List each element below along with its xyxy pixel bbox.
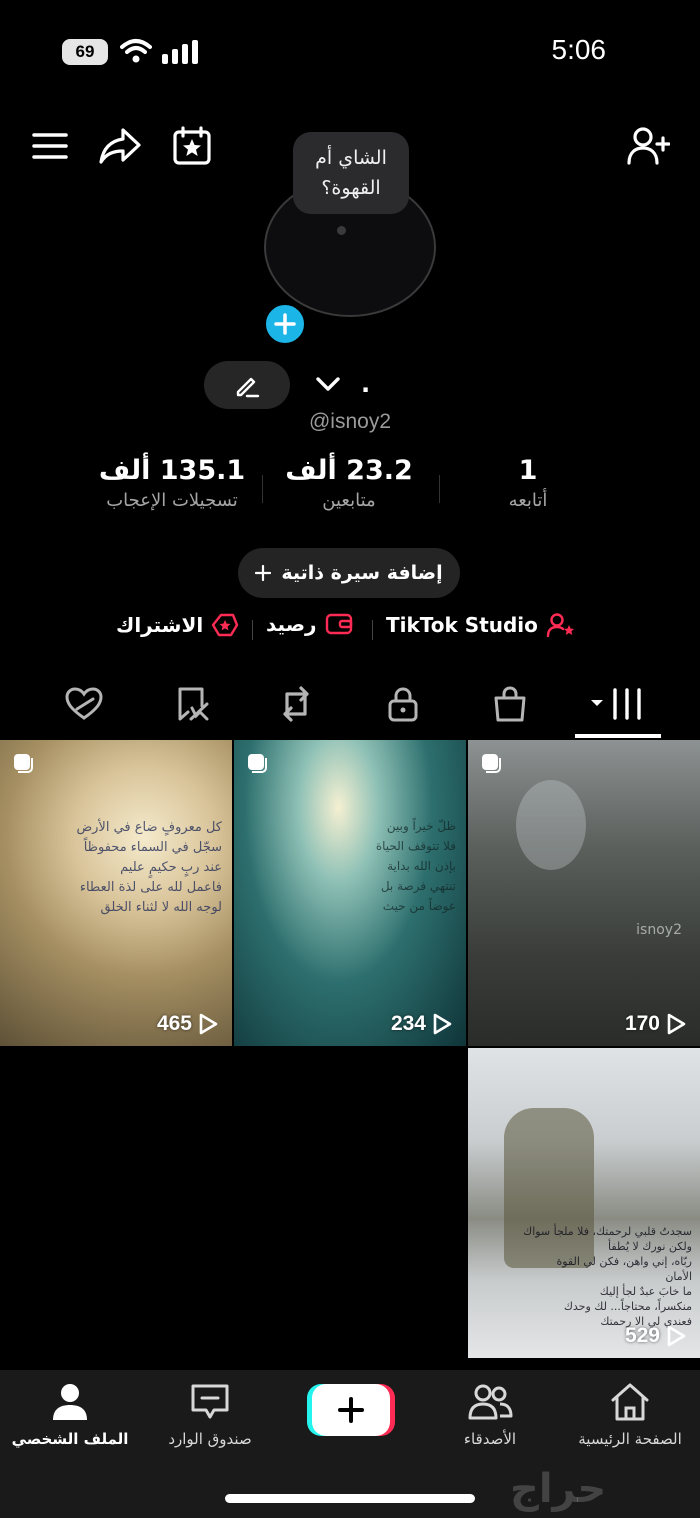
lock-icon [388, 687, 418, 722]
profile-handle: @isnoy2 [308, 410, 392, 433]
nav-home-label: الصفحة الرئيسية [578, 1430, 682, 1448]
bottom-nav: الصفحة الرئيسية الأصدقاء صندوق الوارد ال… [0, 1370, 700, 1518]
creator-star-icon [546, 613, 574, 638]
chevron-down-icon[interactable] [314, 372, 342, 396]
note-bubble-tail [337, 226, 346, 235]
view-count: 234 [390, 1012, 426, 1035]
play-icon [667, 1325, 686, 1347]
nav-home[interactable]: الصفحة الرئيسية [560, 1382, 700, 1448]
stat-following-label: أتابعه [508, 490, 548, 511]
add-bio-label: إضافة سيرة ذاتية [281, 562, 443, 584]
video-views: 170 [468, 1012, 700, 1036]
stat-followers[interactable]: 23.2 ألف متابعين [279, 455, 419, 511]
stat-divider [262, 475, 263, 503]
subscription-link[interactable]: الاشتراك [116, 612, 239, 638]
play-icon [667, 1013, 686, 1035]
video-views: 234 [234, 1012, 466, 1036]
tab-shop[interactable] [480, 676, 540, 732]
status-bar: 69 5:06 [0, 0, 700, 100]
link-divider [372, 620, 373, 640]
create-button[interactable] [312, 1384, 390, 1436]
note-bubble[interactable]: الشاي أم القهوة؟ [293, 132, 409, 214]
multi-photo-icon [482, 754, 501, 773]
calendar-star-icon[interactable] [168, 122, 216, 170]
stat-likes-value: 135.1 ألف [98, 455, 246, 486]
stat-likes: 135.1 ألف تسجيلات الإعجاب [96, 455, 248, 511]
view-count: 170 [624, 1012, 660, 1035]
link-divider [252, 620, 253, 640]
pencil-icon [236, 377, 260, 398]
stat-likes-label: تسجيلات الإعجاب [106, 490, 238, 511]
tab-videos[interactable] [588, 676, 648, 732]
nav-friends-label: الأصدقاء [463, 1430, 517, 1448]
heart-hidden-icon [65, 687, 103, 720]
stat-following-value: 1 [518, 455, 538, 486]
repost-icon [283, 686, 309, 722]
plus-icon [338, 1397, 364, 1423]
balance-label: رصيد [266, 612, 317, 636]
profile-name: . [361, 370, 371, 398]
subscription-label: الاشتراك [116, 613, 204, 637]
inbox-icon [191, 1384, 229, 1419]
video-thumbnail[interactable]: ظلّ خيراً وبين فلا تتوقف الحياة بإذن الله … [234, 740, 466, 1046]
nav-inbox[interactable]: صندوق الوارد [140, 1382, 280, 1448]
stat-following[interactable]: 1 أتابعه [474, 455, 582, 511]
video-caption: سجدتُ قلبي لرحمتك، فلا ملجأ سواك ولكن نور… [523, 1225, 692, 1328]
bookmark-hidden-icon [178, 687, 209, 721]
play-icon [433, 1013, 452, 1035]
video-caption: ظلّ خيراً وبين فلا تتوقف الحياة بإذن الله … [375, 819, 456, 913]
profile-icon [53, 1384, 87, 1420]
stat-followers-value: 23.2 ألف [285, 455, 413, 486]
tab-private[interactable] [373, 676, 433, 732]
battery-indicator: 69 [62, 39, 108, 65]
home-indicator[interactable] [225, 1494, 475, 1503]
creator-links: الاشتراك رصيد TikTok Studio [0, 612, 700, 646]
plus-icon [255, 565, 272, 581]
stat-divider [439, 475, 440, 503]
signal-icon [162, 40, 198, 64]
stat-followers-label: متابعين [322, 490, 376, 511]
menu-icon[interactable] [26, 122, 74, 170]
nav-friends[interactable]: الأصدقاء [420, 1382, 560, 1448]
video-views: 529 [468, 1324, 700, 1348]
nav-inbox-label: صندوق الوارد [168, 1430, 252, 1448]
tab-reposts[interactable] [266, 676, 326, 732]
friends-icon [468, 1384, 513, 1420]
add-friend-icon[interactable] [624, 122, 672, 170]
tiktok-studio-label: TikTok Studio [386, 613, 538, 637]
video-thumbnail[interactable]: كل معروفٍ ضاع في الأرض سجّل في السماء محف… [0, 740, 232, 1046]
multi-photo-icon [248, 754, 267, 773]
video-caption: كل معروفٍ ضاع في الأرض سجّل في السماء محف… [76, 820, 222, 915]
star-badge-icon [212, 613, 239, 637]
plus-icon [274, 313, 296, 335]
wifi-icon [120, 39, 152, 63]
home-icon [611, 1383, 649, 1421]
site-watermark: حراج [510, 1466, 607, 1512]
shopping-bag-icon [494, 686, 526, 722]
tab-liked[interactable] [54, 676, 114, 732]
clock: 5:06 [551, 34, 607, 65]
balance-link[interactable]: رصيد [266, 612, 353, 636]
video-thumbnail[interactable]: isnoy2 170 [468, 740, 700, 1046]
video-thumbnail[interactable]: سجدتُ قلبي لرحمتك، فلا ملجأ سواك ولكن نور… [468, 1048, 700, 1358]
view-count: 465 [156, 1012, 192, 1035]
multi-photo-icon [14, 754, 33, 773]
add-bio-button[interactable]: إضافة سيرة ذاتية [238, 548, 460, 598]
active-tab-indicator [575, 734, 661, 738]
share-icon[interactable] [96, 122, 144, 170]
add-story-button[interactable] [262, 301, 308, 347]
edit-profile-button[interactable] [204, 361, 290, 409]
tiktok-studio-link[interactable]: TikTok Studio [386, 612, 576, 638]
view-count: 529 [624, 1324, 660, 1347]
video-figure [516, 780, 586, 870]
play-icon [199, 1013, 218, 1035]
nav-profile-label: الملف الشخصي [11, 1430, 129, 1448]
grid-dropdown-icon [591, 688, 641, 720]
nav-profile[interactable]: الملف الشخصي [0, 1382, 140, 1448]
profile-tabs [0, 676, 700, 738]
wallet-icon [325, 613, 352, 635]
tab-favorites[interactable] [162, 676, 222, 732]
video-watermark: isnoy2 [636, 922, 682, 938]
video-views: 465 [0, 1012, 232, 1036]
